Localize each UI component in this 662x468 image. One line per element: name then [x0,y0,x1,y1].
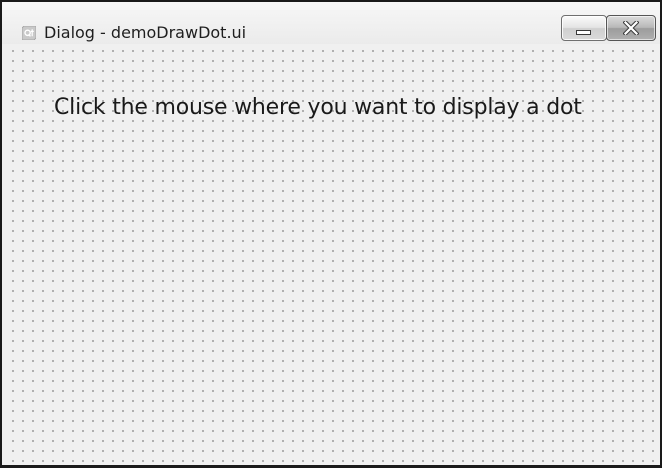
close-icon [623,21,639,35]
minimize-button[interactable] [561,15,607,41]
window-title: Dialog - demoDrawDot.ui [44,23,247,42]
title-bar[interactable]: Dialog - demoDrawDot.ui [2,2,660,44]
close-button[interactable] [606,15,656,41]
dialog-window: Dialog - demoDrawDot.ui Click the mouse … [0,0,662,468]
drawing-canvas[interactable]: Click the mouse where you want to displa… [10,44,654,463]
minimize-icon [576,30,591,35]
instruction-label: Click the mouse where you want to displa… [54,95,582,120]
qt-logo-icon [21,25,37,41]
